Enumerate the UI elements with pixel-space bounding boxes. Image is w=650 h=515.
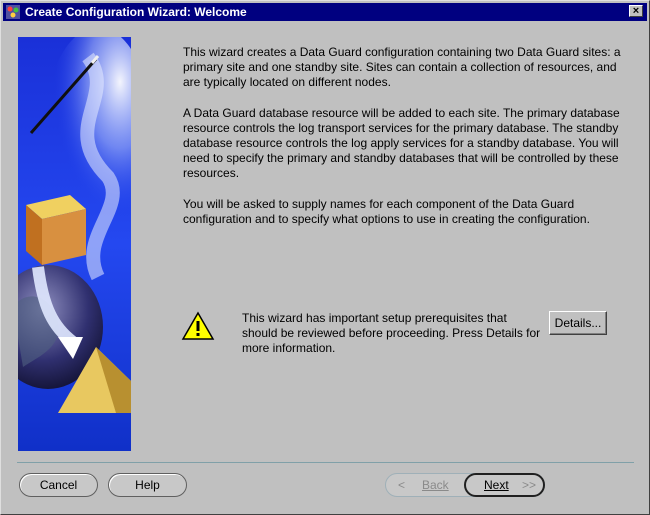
intro-paragraph-1: This wizard creates a Data Guard configu… xyxy=(183,45,621,89)
intro-paragraph-2: A Data Guard database resource will be a… xyxy=(183,106,620,180)
chevron-right-icon: >> xyxy=(522,478,537,492)
close-button[interactable]: × xyxy=(629,5,643,17)
warning-message: This wizard has important setup prerequi… xyxy=(242,311,541,355)
back-label: Back xyxy=(422,478,449,492)
cancel-button[interactable]: Cancel xyxy=(19,473,98,497)
next-label: Next xyxy=(484,478,509,492)
window-title: Create Configuration Wizard: Welcome xyxy=(25,5,247,19)
app-icon xyxy=(6,5,20,19)
wizard-window: Create Configuration Wizard: Welcome × T… xyxy=(0,0,650,515)
next-button[interactable]: Next >> xyxy=(464,473,545,497)
help-button[interactable]: Help xyxy=(108,473,187,497)
title-bar: Create Configuration Wizard: Welcome × xyxy=(3,3,647,21)
footer-separator xyxy=(17,462,634,463)
details-button[interactable]: Details... xyxy=(549,311,607,335)
navigation-buttons: < Back Next >> xyxy=(385,473,545,497)
intro-paragraph-3: You will be asked to supply names for ea… xyxy=(183,197,590,226)
warning-icon xyxy=(181,311,215,340)
wizard-illustration xyxy=(18,37,131,451)
back-button[interactable]: < Back xyxy=(386,474,464,496)
chevron-left-icon: < xyxy=(398,478,406,492)
